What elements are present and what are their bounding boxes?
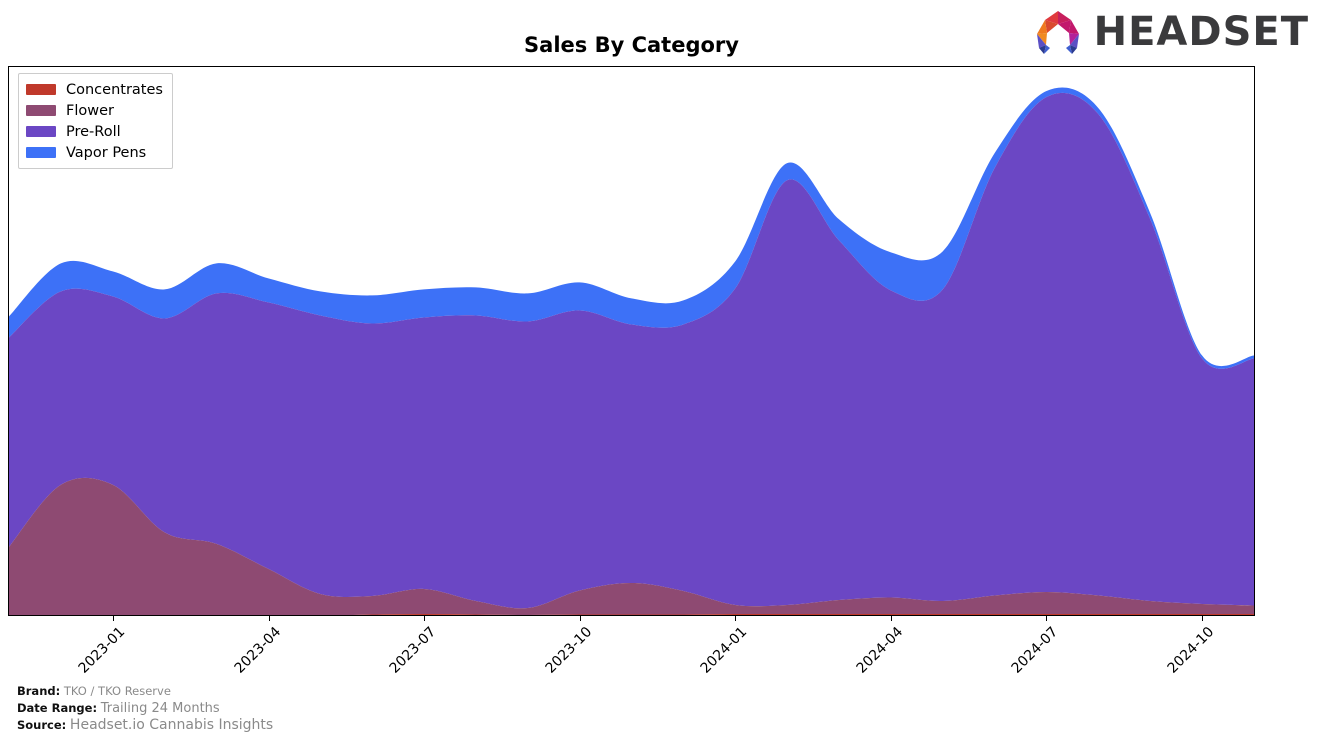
footnote-date-range-label: Date Range:	[17, 700, 98, 715]
x-tick-mark	[1046, 616, 1048, 621]
footnote-date-range: Date Range: Trailing 24 Months	[17, 700, 273, 718]
x-tick-label-2023-10: 2023-10	[542, 624, 595, 677]
footnote-brand-value: TKO / TKO Reserve	[63, 684, 171, 698]
x-tick-mark	[424, 616, 426, 621]
legend-item-label: Vapor Pens	[66, 144, 147, 161]
brand-logo: HEADSET	[1030, 8, 1309, 56]
stacked-area-chart	[9, 87, 1254, 615]
x-tick-label-2023-04: 2023-04	[231, 624, 284, 677]
chart-legend: Concentrates Flower Pre-Roll Vapor Pens	[18, 73, 173, 169]
legend-item-label: Concentrates	[66, 81, 163, 98]
x-tick-mark	[735, 616, 737, 621]
footnote-brand: Brand: TKO / TKO Reserve	[17, 683, 273, 700]
x-tick-mark	[579, 616, 581, 621]
legend-swatch-icon	[26, 105, 56, 116]
legend-swatch-icon	[26, 126, 56, 137]
legend-item-pre-roll[interactable]: Pre-Roll	[26, 121, 163, 142]
x-tick-mark	[268, 616, 270, 621]
x-tick-label-2024-01: 2024-01	[697, 624, 751, 677]
area-band-pre-roll	[9, 92, 1254, 609]
x-tick-label-2024-10: 2024-10	[1164, 624, 1217, 677]
chart-footnotes: Brand: TKO / TKO Reserve Date Range: Tra…	[17, 683, 273, 734]
legend-item-flower[interactable]: Flower	[26, 100, 163, 121]
brand-logo-wordmark: HEADSET	[1093, 9, 1309, 55]
x-tick-label-2023-01: 2023-01	[75, 624, 129, 677]
legend-item-vapor-pens[interactable]: Vapor Pens	[26, 142, 163, 163]
footnote-date-range-value: Trailing 24 Months	[100, 700, 220, 716]
footnote-source-value: Headset.io Cannabis Insights	[69, 717, 274, 733]
legend-swatch-icon	[26, 84, 56, 95]
headset-logo-icon	[1036, 11, 1079, 54]
legend-item-label: Pre-Roll	[66, 123, 121, 140]
chart-plot-area: Concentrates Flower Pre-Roll Vapor Pens	[8, 66, 1255, 616]
x-tick-mark	[1201, 616, 1203, 621]
x-tick-label-2024-04: 2024-04	[853, 624, 906, 677]
x-tick-label-2023-07: 2023-07	[386, 624, 440, 677]
legend-item-concentrates[interactable]: Concentrates	[26, 79, 163, 100]
x-tick-label-2024-07: 2024-07	[1008, 624, 1062, 677]
legend-swatch-icon	[26, 147, 56, 158]
legend-item-label: Flower	[66, 102, 114, 119]
footnote-source: Source: Headset.io Cannabis Insights	[17, 717, 273, 734]
x-tick-mark	[890, 616, 892, 621]
x-axis: 2023-01 2023-04 2023-07 2023-10 2024-01 2024-…	[8, 616, 1255, 686]
footnote-source-label: Source:	[17, 718, 67, 732]
x-tick-mark	[113, 616, 115, 621]
footnote-brand-label: Brand:	[17, 684, 61, 698]
